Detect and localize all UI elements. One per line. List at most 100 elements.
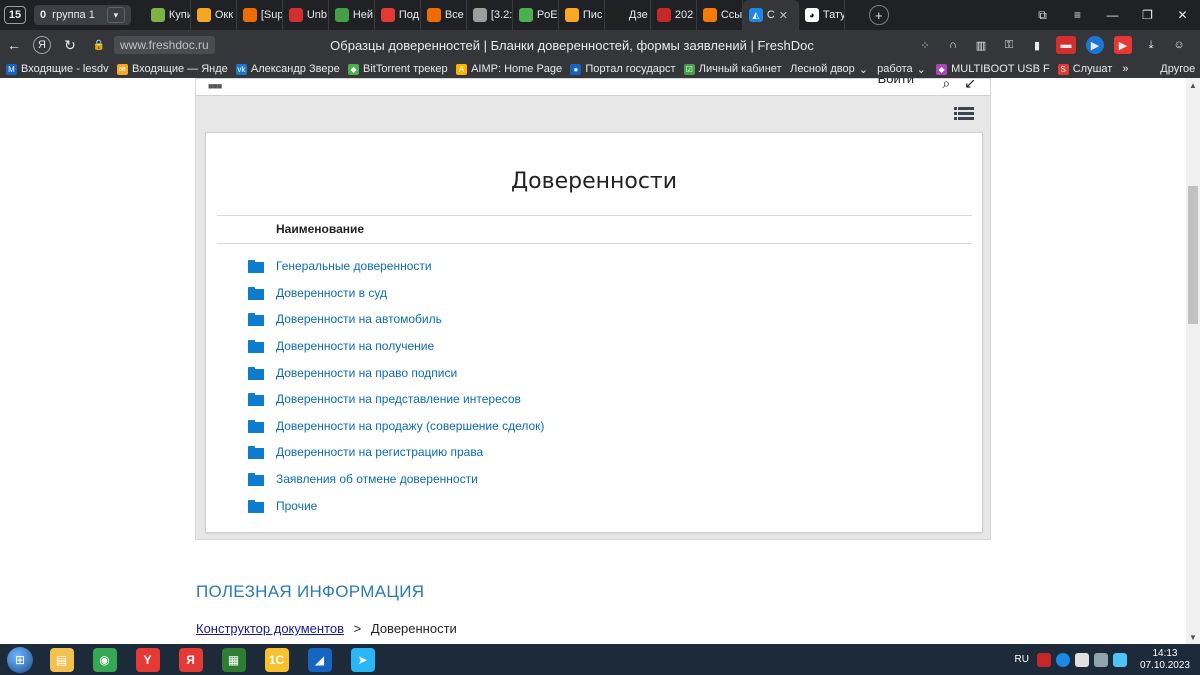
tab-label: [3.2:	[490, 9, 513, 21]
restore-icon[interactable]: ❐	[1130, 0, 1165, 30]
reader-icon[interactable]: ▥	[972, 36, 990, 54]
page-scrollbar[interactable]: ▲ ▼	[1186, 78, 1200, 644]
useful-info-heading: ПОЛЕЗНАЯ ИНФОРМАЦИЯ	[196, 582, 425, 601]
tab[interactable]: Unb	[283, 0, 329, 30]
tab-search-icon[interactable]: ⧉	[1025, 0, 1060, 30]
bookmark-item[interactable]: работа ⌄	[871, 63, 930, 76]
bookmark-item[interactable]: M Входящие - lesdv	[0, 63, 111, 75]
category-link[interactable]: Доверенности на автомобиль	[276, 312, 442, 326]
scroll-up-icon[interactable]: ▲	[1186, 78, 1200, 92]
tab-group[interactable]: 0 группа 1 ▾	[34, 5, 131, 25]
folder-icon	[248, 473, 264, 487]
tab[interactable]: Ссы	[697, 0, 743, 30]
tray-app-icon[interactable]	[1055, 652, 1070, 667]
headphones-icon[interactable]: ∩	[944, 36, 962, 54]
bookmarks-overflow[interactable]: »	[1116, 63, 1134, 75]
bookmark-item[interactable]: ◆ BitTorrent трекер	[342, 63, 450, 75]
apps-grid-icon[interactable]: ■■■	[208, 81, 222, 91]
category-link[interactable]: Заявления об отмене доверенности	[276, 472, 478, 486]
tab[interactable]: Дзе	[605, 0, 651, 30]
category-link[interactable]: Доверенности на получение	[276, 339, 434, 353]
login-link[interactable]: Войти	[878, 78, 914, 86]
youtube-icon[interactable]: ▶	[1114, 36, 1132, 54]
reload-icon[interactable]: ↻	[56, 31, 84, 59]
start-button[interactable]: ⊞	[0, 644, 40, 675]
bookmarks-other[interactable]: Другое	[1154, 63, 1200, 75]
bookmark-item[interactable]: Лесной двор ⌄	[784, 63, 871, 76]
category-link[interactable]: Прочие	[276, 499, 317, 513]
category-link[interactable]: Доверенности в суд	[276, 286, 387, 300]
chevron-down-icon[interactable]: ▾	[106, 7, 125, 23]
downloads-icon[interactable]: ⤓	[1142, 36, 1160, 54]
tab[interactable]: [Sup	[237, 0, 283, 30]
taskbar-app[interactable]: Y	[126, 644, 169, 675]
back-icon[interactable]: ←	[0, 31, 28, 59]
breadcrumb-separator: >	[353, 621, 362, 636]
close-window-icon[interactable]: ✕	[1165, 0, 1200, 30]
bookmark-icon: ☑	[683, 63, 695, 75]
category-link[interactable]: Генеральные доверенности	[276, 259, 432, 273]
extension-red-icon[interactable]: ▬	[1056, 36, 1076, 54]
tab[interactable]: PoE	[513, 0, 559, 30]
tab[interactable]: Под	[375, 0, 421, 30]
extension-blue-icon[interactable]: ▶	[1086, 36, 1104, 54]
tab-active[interactable]: ◭ С ✕	[742, 0, 799, 30]
bookmarks-bar: M Входящие - lesdv ✉ Входящие — Янде vk Алекс…	[0, 60, 1200, 78]
taskbar-app[interactable]: ▦	[212, 644, 255, 675]
tab[interactable]: Окк	[191, 0, 237, 30]
minimize-icon[interactable]: —	[1095, 0, 1130, 30]
folder-icon	[248, 340, 264, 354]
extensions-icon[interactable]: ⚿	[1000, 36, 1018, 54]
bookmark-item[interactable]: ◆ MULTIBOOT USB F	[930, 63, 1052, 75]
tab[interactable]: Пис	[559, 0, 605, 30]
tab[interactable]: [3.2:	[467, 0, 513, 30]
clock[interactable]: 14:13 07.10.2023	[1140, 648, 1190, 672]
breadcrumb-link[interactable]: Конструктор документов	[196, 621, 344, 636]
tab[interactable]: Купи	[145, 0, 191, 30]
list-item: Доверенности на продажу (совершение сдел…	[248, 413, 544, 440]
category-link[interactable]: Доверенности на право подписи	[276, 366, 457, 380]
folder-icon	[248, 286, 264, 300]
taskbar-app[interactable]: ➤	[341, 644, 384, 675]
bookmark-item[interactable]: ● Портал государст	[564, 63, 677, 75]
collapse-icon[interactable]: ↙	[964, 78, 976, 92]
tab[interactable]: 202	[651, 0, 697, 30]
network-icon[interactable]	[1093, 652, 1108, 667]
close-icon[interactable]: ✕	[779, 9, 788, 22]
category-link[interactable]: Доверенности на представление интересов	[276, 392, 521, 406]
bookmark-item[interactable]: ☑ Личный кабинет	[678, 63, 784, 75]
search-icon[interactable]: ⌕	[942, 78, 950, 92]
yandex-icon[interactable]: Я	[33, 36, 51, 54]
new-tab-button[interactable]: +	[868, 5, 889, 25]
url-text[interactable]: www.freshdoc.ru	[114, 36, 215, 54]
tab-count[interactable]: 15	[4, 6, 26, 24]
tab[interactable]: Ней	[329, 0, 375, 30]
taskbar-app[interactable]: ▤	[40, 644, 83, 675]
taskbar-app[interactable]: ◢	[298, 644, 341, 675]
tray-app-icon[interactable]	[1036, 652, 1051, 667]
bookmark-item[interactable]: vk Александр Звере	[230, 63, 342, 75]
volume-icon[interactable]	[1112, 652, 1127, 667]
bookmark-icon[interactable]: ▮	[1028, 36, 1046, 54]
category-link[interactable]: Доверенности на регистрацию права	[276, 445, 483, 459]
explorer-icon: ▤	[49, 647, 74, 672]
taskbar-app[interactable]: ◉	[83, 644, 126, 675]
lock-icon[interactable]: 🔒	[92, 38, 106, 52]
tab[interactable]: Все	[421, 0, 467, 30]
language-indicator[interactable]: RU	[1014, 654, 1028, 665]
scroll-down-icon[interactable]: ▼	[1186, 630, 1200, 644]
bookmark-item[interactable]: A AIMP: Home Page	[450, 63, 564, 75]
bookmark-item[interactable]: S Слушат	[1052, 63, 1117, 75]
profile-icon[interactable]: ☺	[1170, 36, 1188, 54]
taskbar-app[interactable]: Я	[169, 644, 212, 675]
protect-icon[interactable]: ⁘	[916, 36, 934, 54]
bookmark-item[interactable]: ✉ Входящие — Янде	[111, 63, 230, 75]
taskbar-app[interactable]: 1С	[255, 644, 298, 675]
bookmark-icon: vk	[235, 63, 247, 75]
tray-app-icon[interactable]	[1074, 652, 1089, 667]
menu-icon[interactable]: ≡	[1060, 0, 1095, 30]
tab[interactable]: ◕ Тату	[799, 0, 845, 30]
category-link[interactable]: Доверенности на продажу (совершение сдел…	[276, 419, 544, 433]
list-view-icon[interactable]	[954, 107, 974, 121]
scrollbar-thumb[interactable]	[1188, 186, 1198, 324]
